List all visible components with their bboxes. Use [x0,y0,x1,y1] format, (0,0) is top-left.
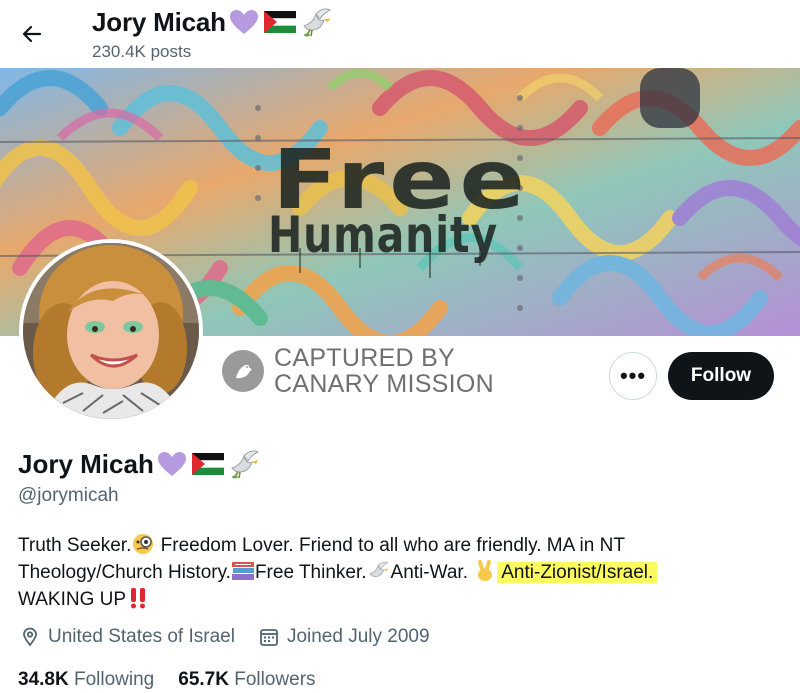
profile-name-text: Jory Micah [18,448,154,479]
join-date: Joined July 2009 [259,626,430,648]
profile-meta: United States of Israel Joined July 2009 [20,626,454,648]
bio-line-2: Theology/Church History. Free Thinker. Ant… [18,559,778,586]
watermark-line2: CANARY MISSION [274,370,494,398]
purple-heart-icon [157,452,186,476]
avatar-photo [23,243,199,419]
followers-label: Followers [234,669,316,690]
followers-count: 65.7K [178,669,229,690]
following-link[interactable]: 34.8K Following [18,669,154,691]
bio-text: Freedom Lover. Friend to all who are fri… [155,535,625,556]
top-bar: Jory Micah 230.4K posts [0,0,800,68]
bio-text: Anti-War. [390,562,474,583]
dove-icon [231,450,259,479]
banner-slogan-line2: Humanity [268,206,499,264]
watermark-line1: CAPTURED BY [274,344,456,372]
avatar[interactable] [19,239,203,423]
profile-name: Jory Micah [18,448,262,480]
back-arrow-icon [22,25,42,43]
double-exclamation-icon [131,588,146,609]
bio-text: Truth Seeker. [18,535,132,556]
back-button[interactable] [14,16,50,52]
location: United States of Israel [20,626,235,648]
profile-bio: Truth Seeker. Freedom Lover. Friend to a… [18,532,778,613]
canary-logo-icon [222,350,264,392]
books-icon [231,562,254,580]
purple-heart-icon [229,10,258,34]
canary-mission-watermark: CAPTURED BY CANARY MISSION [222,345,494,397]
bio-text: Theology/Church History. [18,562,231,583]
bio-text: WAKING UP [18,589,127,610]
follow-stats: 34.8K Following 65.7K Followers [18,669,340,691]
follow-button[interactable]: Follow [668,352,774,400]
more-options-button[interactable]: ••• [609,352,657,400]
dove-icon [303,8,331,37]
header-name-text: Jory Micah [92,6,226,37]
palestine-flag-icon [263,11,296,33]
calendar-icon [260,629,278,646]
magnifier-eye-icon [133,534,154,554]
location-pin-icon [23,627,37,647]
bio-text: Free Thinker. [254,562,367,583]
following-label: Following [73,669,155,690]
bio-line-3: WAKING UP [18,586,778,613]
header-name: Jory Micah [92,6,334,38]
bio-line-1: Truth Seeker. Freedom Lover. Friend to a… [18,532,778,559]
join-date-text: Joined July 2009 [286,626,430,647]
following-count: 34.8K [18,669,69,690]
palestine-flag-icon [191,453,224,475]
watermark-text: CAPTURED BY CANARY MISSION [274,345,494,397]
followers-link[interactable]: 65.7K Followers [178,669,315,691]
highlighted-bio-text: Anti-Zionist/Israel. [497,562,658,583]
dove-icon [369,561,389,577]
post-count: 230.4K posts [92,42,192,61]
location-text: United States of Israel [48,626,235,647]
victory-hand-icon [478,560,493,581]
profile-handle: @jorymicah [18,485,119,506]
